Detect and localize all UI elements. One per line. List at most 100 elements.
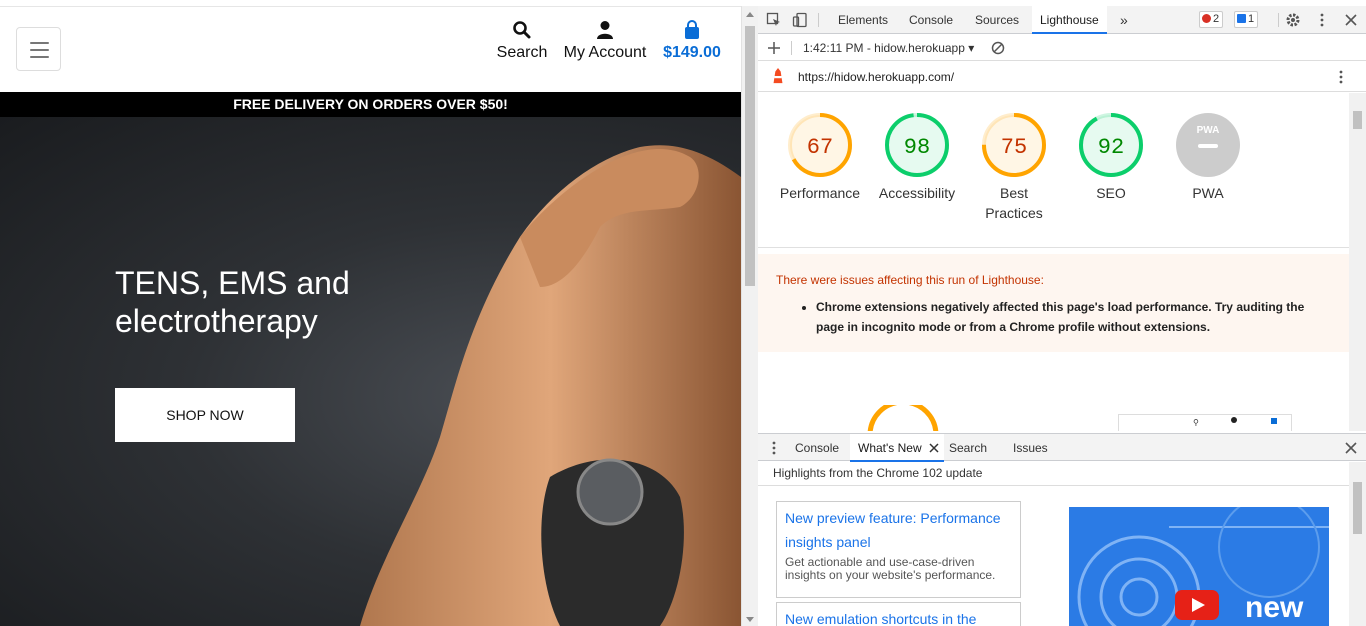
score-value: 75 (1001, 135, 1027, 160)
website-scrollbar[interactable] (741, 6, 758, 626)
device-toolbar-icon[interactable] (792, 12, 808, 28)
feature-card-link[interactable]: New preview feature: Performance insight… (785, 506, 1012, 554)
new-report-plus-icon[interactable] (766, 40, 782, 56)
youtube-play-icon[interactable] (1175, 590, 1219, 620)
message-count: 1 (1248, 13, 1255, 25)
error-icon (1202, 14, 1211, 23)
scrollbar-thumb[interactable] (1353, 482, 1362, 534)
search-icon: ⚲ (1193, 418, 1199, 427)
report-scrollbar[interactable] (1349, 93, 1366, 431)
tab-sources[interactable]: Sources (967, 6, 1027, 34)
search-icon (513, 21, 531, 39)
dropdown-arrow-icon: ▾ (968, 41, 975, 55)
score-ring: 92 (1079, 113, 1143, 177)
top-border (0, 6, 741, 7)
report-selector-dropdown[interactable]: 1:42:11 PM - hidow.herokuapp ▾ (803, 41, 974, 55)
message-count-badge[interactable]: 1 (1234, 11, 1259, 28)
clear-reports-icon[interactable] (990, 40, 1006, 56)
shop-now-button[interactable]: SHOP NOW (115, 388, 295, 442)
drawer-tab-issues[interactable]: Issues (1005, 434, 1056, 462)
score-ring: 67 (788, 113, 852, 177)
drawer-tab-search[interactable]: Search (941, 434, 995, 462)
whats-new-heading: Highlights from the Chrome 102 update (758, 462, 1366, 486)
warning-title: There were issues affecting this run of … (776, 273, 1044, 287)
hamburger-line (30, 56, 49, 58)
score-gauge-pwa[interactable]: PWA PWA (1163, 111, 1253, 203)
score-value: 67 (807, 135, 833, 160)
user-icon (1231, 417, 1237, 423)
score-label: Accessibility (878, 185, 956, 201)
error-count: 2 (1213, 13, 1220, 25)
shopping-bag-icon (685, 20, 699, 39)
tab-console[interactable]: Console (901, 6, 961, 34)
whats-new-video-thumbnail[interactable]: new (1069, 507, 1329, 626)
lighthouse-report: 67 Performance 98 Accessibility 75 Best Practi… (758, 93, 1349, 431)
whats-new-content: New preview feature: Performance insight… (758, 487, 1349, 626)
score-gauge-seo[interactable]: 92 SEO (1066, 111, 1156, 203)
settings-gear-icon[interactable] (1285, 12, 1301, 28)
drawer-tab-whats-new[interactable]: What's New (850, 434, 944, 462)
message-icon (1237, 14, 1246, 23)
toolbar-separator (1278, 13, 1279, 27)
divider (758, 247, 1349, 248)
drawer-tabbar: Console What's New Search Issues (758, 433, 1366, 462)
hero-arm-image (360, 145, 741, 626)
warning-item: Chrome extensions negatively affected th… (816, 297, 1316, 337)
report-menu-icon[interactable] (1333, 69, 1349, 85)
inspect-element-icon[interactable] (766, 12, 782, 28)
tab-lighthouse[interactable]: Lighthouse (1032, 6, 1107, 34)
feature-card-link[interactable]: New emulation shortcuts in the (785, 607, 1012, 626)
website-viewport: Search My Account $149.00 FREE DELIVERY … (0, 0, 741, 626)
screenshot-thumbnail: ⚲ (1118, 414, 1292, 431)
score-label: Performance (779, 185, 861, 201)
scroll-down-arrow-icon[interactable] (746, 617, 754, 622)
nav-cart-link[interactable]: $149.00 (660, 20, 724, 62)
scrollbar-thumb[interactable] (1353, 111, 1362, 129)
report-url[interactable]: https://hidow.herokuapp.com/ (798, 70, 954, 84)
lighthouse-logo-icon (773, 68, 783, 84)
nav-search-label: Search (496, 44, 548, 61)
video-caption: new (1245, 591, 1304, 624)
hamburger-line (30, 49, 49, 51)
scroll-up-arrow-icon[interactable] (746, 12, 754, 17)
screen: { "site": { "nav": { "search_label": "Se… (0, 0, 1366, 626)
score-label: PWA (1192, 185, 1224, 201)
close-tab-icon[interactable] (929, 443, 939, 453)
score-gauge-accessibility[interactable]: 98 Accessibility (872, 111, 962, 203)
scrollbar-thumb[interactable] (745, 26, 755, 286)
score-ring: PWA (1176, 113, 1240, 177)
close-devtools-icon[interactable] (1343, 12, 1359, 28)
report-url-bar: https://hidow.herokuapp.com/ (758, 62, 1366, 92)
user-icon (597, 21, 613, 39)
score-value: 98 (904, 135, 930, 160)
devtools-panel: Elements Console Sources Lighthouse » 2 … (758, 6, 1366, 626)
score-label: SEO (1096, 185, 1126, 201)
promo-banner: FREE DELIVERY ON ORDERS OVER $50! (0, 92, 741, 117)
nav-search-link[interactable]: Search (496, 20, 548, 62)
hero-banner: TENS, EMS and electrotherapy SHOP NOW (0, 117, 741, 626)
menu-toggle-button[interactable] (16, 27, 61, 71)
warning-list: Chrome extensions negatively affected th… (816, 297, 1316, 337)
drawer-menu-icon[interactable] (766, 440, 782, 456)
score-gauge-performance[interactable]: 67 Performance (775, 111, 865, 203)
score-gauge-best-practices[interactable]: 75 Best Practices (969, 111, 1059, 223)
devtools-main-tabbar: Elements Console Sources Lighthouse » 2 … (758, 6, 1366, 34)
cart-total: $149.00 (663, 44, 721, 61)
score-ring: 98 (885, 113, 949, 177)
more-options-icon[interactable] (1314, 12, 1330, 28)
nav-account-link[interactable]: My Account (560, 20, 650, 62)
toolbar-separator (791, 41, 792, 55)
feature-card: New emulation shortcuts in the (776, 602, 1021, 626)
tab-elements[interactable]: Elements (830, 6, 896, 34)
whats-new-scrollbar[interactable] (1349, 462, 1366, 626)
drawer-tab-console[interactable]: Console (787, 434, 847, 462)
run-warning-box: There were issues affecting this run of … (758, 254, 1349, 352)
hero-title: TENS, EMS and electrotherapy (115, 265, 350, 339)
hamburger-line (30, 42, 49, 44)
more-tabs-icon[interactable]: » (1112, 6, 1136, 34)
close-drawer-icon[interactable] (1343, 440, 1359, 456)
error-count-badge[interactable]: 2 (1199, 11, 1224, 28)
score-ring: 75 (982, 113, 1046, 177)
metric-gauge-partial (867, 405, 939, 431)
score-value: 92 (1098, 135, 1124, 160)
